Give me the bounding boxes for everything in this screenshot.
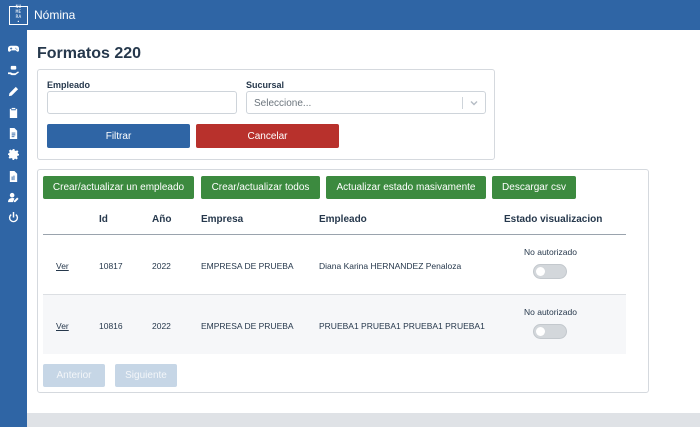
- power-icon[interactable]: [7, 211, 20, 224]
- app-title: Nómina: [34, 8, 76, 22]
- filter-panel: Empleado Sucursal Seleccione... Filtrar …: [37, 69, 495, 160]
- gamepad-icon[interactable]: [7, 42, 20, 55]
- hand-coins-icon[interactable]: [7, 64, 20, 77]
- cell-id: 10816: [99, 321, 123, 331]
- cell-company: EMPRESA DE PRUEBA: [201, 261, 294, 271]
- column-header-year: Año: [152, 214, 172, 225]
- cell-employee: PRUEBA1 PRUEBA1 PRUEBA1 PRUEBA1: [319, 321, 485, 331]
- download-csv-button[interactable]: Descargar csv: [492, 176, 576, 199]
- next-page-button[interactable]: Siguiente: [115, 364, 177, 387]
- page-title: Formatos 220: [37, 45, 142, 62]
- bulk-update-status-button[interactable]: Actualizar estado masivamente: [326, 176, 486, 199]
- cell-year: 2022: [152, 261, 171, 271]
- results-panel: Crear/actualizar un empleado Crear/actua…: [37, 169, 649, 393]
- employee-label: Empleado: [47, 80, 91, 90]
- employee-input[interactable]: [47, 91, 237, 114]
- numera-logo: NU ME RA •: [9, 5, 28, 25]
- branch-select[interactable]: Seleccione...: [246, 91, 486, 114]
- cell-year: 2022: [152, 321, 171, 331]
- cancel-button[interactable]: Cancelar: [196, 124, 339, 148]
- document-icon[interactable]: [7, 127, 20, 140]
- visibility-toggle[interactable]: [533, 264, 567, 279]
- column-header-id: Id: [99, 214, 108, 225]
- sidebar: [0, 30, 27, 427]
- main-content: Formatos 220 Empleado Sucursal Seleccion…: [27, 30, 700, 413]
- top-bar: NU ME RA • Nómina: [0, 0, 700, 30]
- branch-select-placeholder: Seleccione...: [254, 98, 312, 109]
- column-header-company: Empresa: [201, 214, 244, 225]
- table-row: Ver 10817 2022 EMPRESA DE PRUEBA Diana K…: [43, 235, 626, 294]
- cell-company: EMPRESA DE PRUEBA: [201, 321, 294, 331]
- clipboard-icon[interactable]: [7, 106, 20, 119]
- cell-employee: Diana Karina HERNANDEZ Penaloza: [319, 261, 462, 271]
- column-header-employee: Empleado: [319, 214, 367, 225]
- status-label: No autorizado: [524, 247, 577, 257]
- gear-icon[interactable]: [7, 148, 20, 161]
- branch-label: Sucursal: [246, 80, 285, 90]
- toggle-knob: [536, 267, 545, 276]
- status-label: No autorizado: [524, 307, 577, 317]
- user-edit-icon[interactable]: [7, 191, 20, 204]
- cell-id: 10817: [99, 261, 123, 271]
- view-link[interactable]: Ver: [56, 261, 69, 271]
- file-chart-icon[interactable]: [7, 170, 20, 183]
- filter-button[interactable]: Filtrar: [47, 124, 190, 148]
- visibility-toggle[interactable]: [533, 324, 567, 339]
- logo-line: •: [17, 20, 20, 25]
- bottom-scroll-area: [27, 413, 700, 427]
- view-link[interactable]: Ver: [56, 321, 69, 331]
- chevron-down-icon[interactable]: [469, 96, 479, 108]
- pencil-icon[interactable]: [7, 85, 20, 98]
- table-row: Ver 10816 2022 EMPRESA DE PRUEBA PRUEBA1…: [43, 295, 626, 354]
- select-separator: [462, 97, 463, 109]
- toggle-knob: [536, 327, 545, 336]
- previous-page-button[interactable]: Anterior: [43, 364, 105, 387]
- create-update-employee-button[interactable]: Crear/actualizar un empleado: [43, 176, 194, 199]
- create-update-all-button[interactable]: Crear/actualizar todos: [201, 176, 320, 199]
- column-header-status: Estado visualizacion: [504, 214, 603, 225]
